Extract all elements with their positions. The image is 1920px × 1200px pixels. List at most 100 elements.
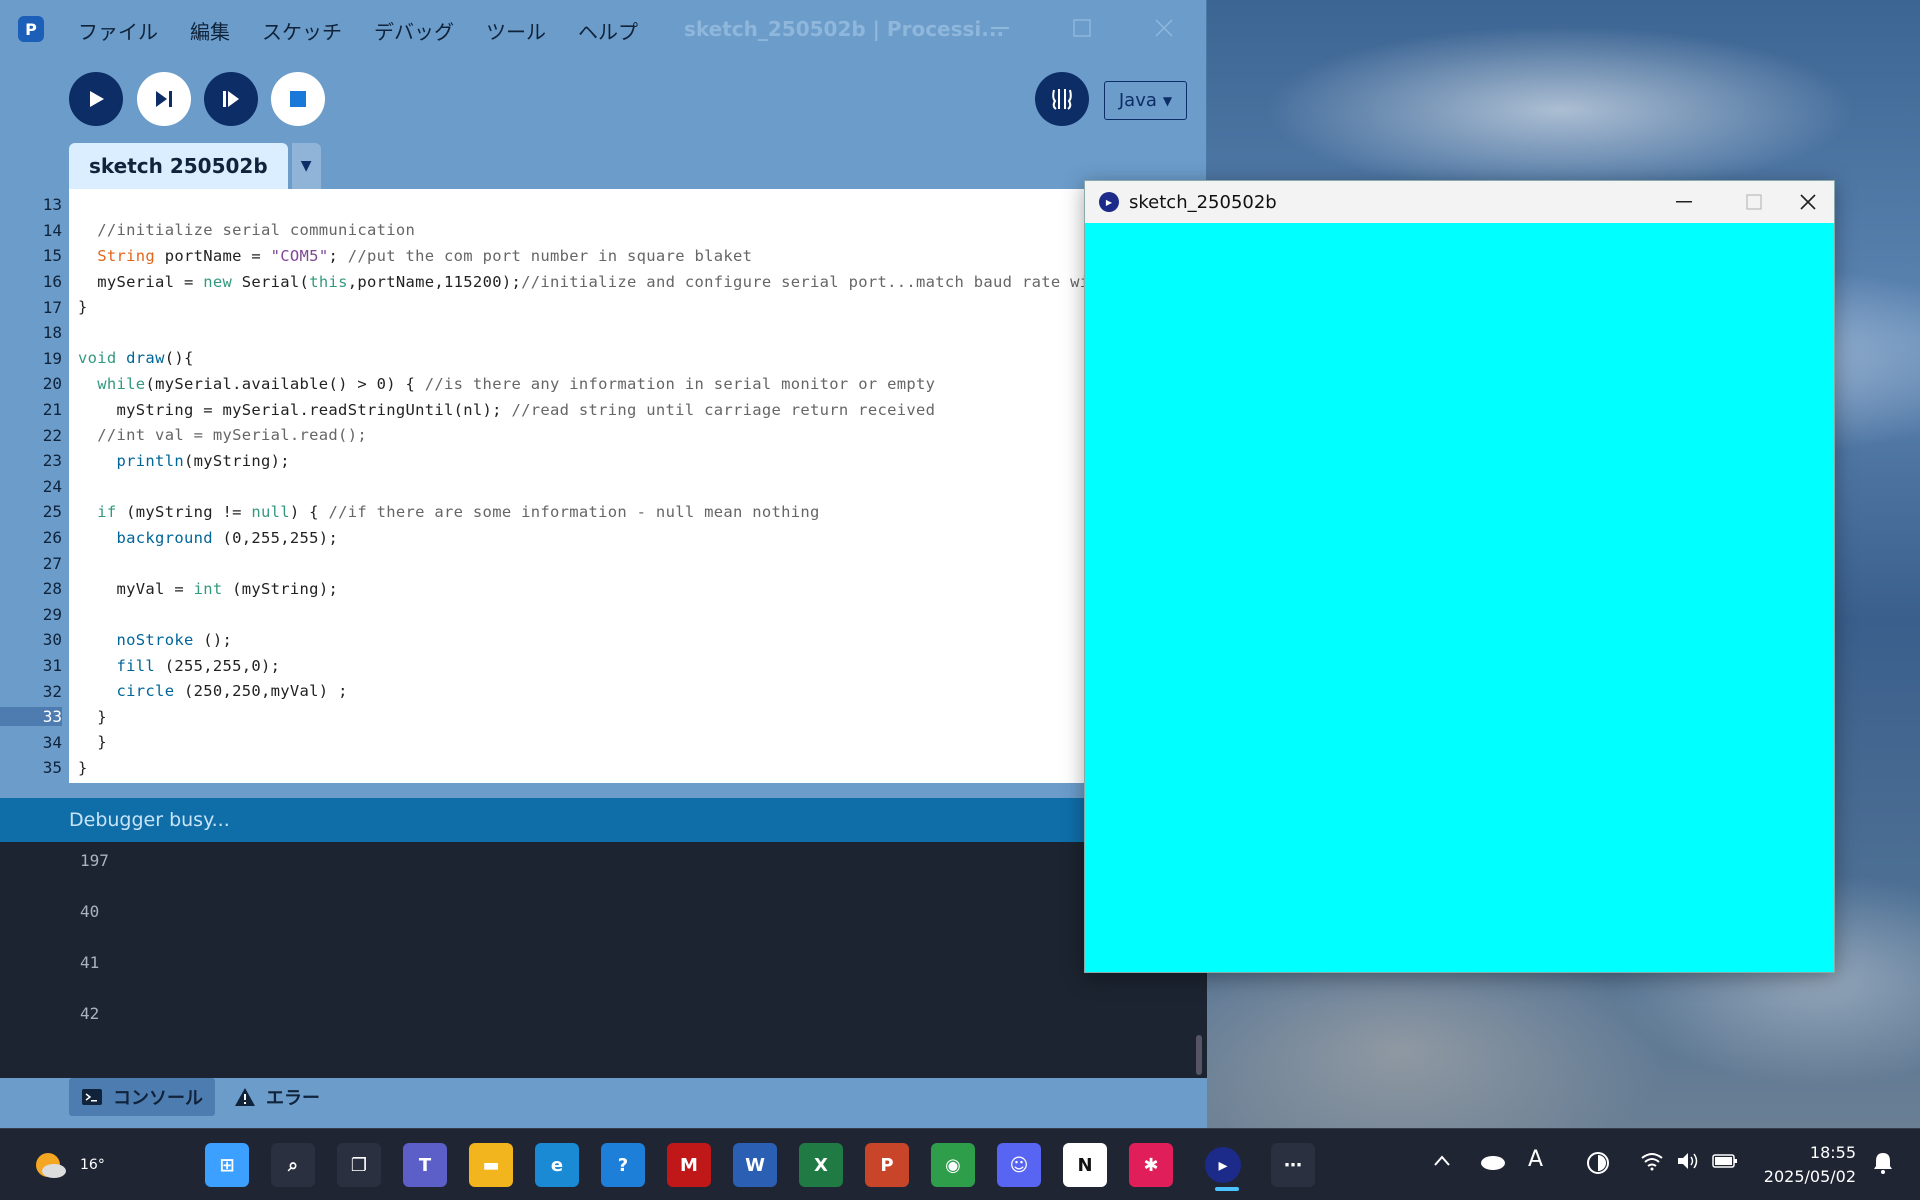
- code-line[interactable]: 14 //initialize serial communication: [0, 218, 1207, 244]
- code-line[interactable]: 20 while(mySerial.available() > 0) { //i…: [0, 371, 1207, 397]
- sketch-maximize-button[interactable]: [1731, 186, 1777, 218]
- line-number[interactable]: 35: [0, 758, 62, 777]
- line-number[interactable]: 15: [0, 246, 62, 265]
- line-number[interactable]: 21: [0, 400, 62, 419]
- slack-icon[interactable]: ✱: [1129, 1143, 1173, 1187]
- code-line[interactable]: 24: [0, 474, 1207, 500]
- code-editor[interactable]: 13 14 //initialize serial communication 15…: [0, 189, 1207, 783]
- line-number[interactable]: 27: [0, 554, 62, 573]
- line-number[interactable]: 34: [0, 733, 62, 752]
- code-line[interactable]: 26 background (0,255,255);: [0, 525, 1207, 551]
- line-number[interactable]: 23: [0, 451, 62, 470]
- code-line[interactable]: 34 }: [0, 730, 1207, 756]
- console-scrollbar[interactable]: [1196, 1035, 1202, 1075]
- sketch-output-window[interactable]: ▶ sketch_250502b: [1084, 180, 1835, 973]
- discord-icon[interactable]: ☺: [997, 1143, 1041, 1187]
- clock-time[interactable]: 18:55: [1810, 1143, 1856, 1162]
- sketch-close-button[interactable]: [1785, 186, 1831, 218]
- code-line[interactable]: 21 myString = mySerial.readStringUntil(n…: [0, 397, 1207, 423]
- menu-help[interactable]: ヘルプ: [562, 14, 654, 47]
- line-number[interactable]: 26: [0, 528, 62, 547]
- code-line[interactable]: 18: [0, 320, 1207, 346]
- sketch-canvas[interactable]: [1085, 223, 1834, 972]
- menu-tools[interactable]: ツール: [470, 14, 562, 47]
- volume-icon[interactable]: [1676, 1151, 1700, 1177]
- battery-icon[interactable]: [1712, 1151, 1738, 1177]
- debugger-toggle-button[interactable]: [1035, 72, 1089, 126]
- notion-icon[interactable]: N: [1063, 1143, 1107, 1187]
- line-number[interactable]: 17: [0, 298, 62, 317]
- menu-sketch[interactable]: スケッチ: [246, 14, 358, 47]
- line-number[interactable]: 18: [0, 323, 62, 342]
- help-icon[interactable]: ?: [601, 1143, 645, 1187]
- line-number[interactable]: 31: [0, 656, 62, 675]
- wifi-icon[interactable]: [1640, 1151, 1664, 1177]
- teams-icon[interactable]: T: [403, 1143, 447, 1187]
- powerpoint-icon[interactable]: P: [865, 1143, 909, 1187]
- menu-debug[interactable]: デバッグ: [358, 14, 470, 47]
- sketch-minimize-button[interactable]: [1661, 186, 1707, 218]
- ime-icon[interactable]: A: [1528, 1147, 1543, 1172]
- code-line[interactable]: 30 noStroke ();: [0, 627, 1207, 653]
- line-number[interactable]: 24: [0, 477, 62, 496]
- line-number[interactable]: 32: [0, 682, 62, 701]
- code-line[interactable]: 23 println(myString);: [0, 448, 1207, 474]
- step-button[interactable]: [137, 72, 191, 126]
- notification-bell-icon[interactable]: [1872, 1151, 1894, 1181]
- menu-edit[interactable]: 編集: [174, 14, 246, 47]
- code-line[interactable]: 16 mySerial = new Serial(this,portName,1…: [0, 269, 1207, 295]
- code-line[interactable]: 17}: [0, 294, 1207, 320]
- more-icon[interactable]: ⋯: [1271, 1143, 1315, 1187]
- mcafee-icon[interactable]: M: [667, 1143, 711, 1187]
- code-line[interactable]: 22 //int val = mySerial.read();: [0, 422, 1207, 448]
- weather-widget[interactable]: 16°: [30, 1143, 105, 1187]
- continue-button[interactable]: [204, 72, 258, 126]
- code-line[interactable]: 27: [0, 550, 1207, 576]
- tray-chevron-up-icon[interactable]: [1432, 1151, 1452, 1177]
- maximize-button[interactable]: [1062, 12, 1102, 44]
- code-line[interactable]: 28 myVal = int (myString);: [0, 576, 1207, 602]
- code-line[interactable]: 13: [0, 192, 1207, 218]
- close-button[interactable]: [1144, 12, 1184, 44]
- code-line[interactable]: 15 String portName = "COM5"; //put the c…: [0, 243, 1207, 269]
- line-number[interactable]: 19: [0, 349, 62, 368]
- task-view-icon[interactable]: ❐: [337, 1143, 381, 1187]
- line-number[interactable]: 28: [0, 579, 62, 598]
- onedrive-icon[interactable]: [1480, 1151, 1506, 1177]
- line-number[interactable]: 30: [0, 630, 62, 649]
- line-number[interactable]: 14: [0, 221, 62, 240]
- clock-date[interactable]: 2025/05/02: [1764, 1167, 1856, 1186]
- tab-menu-button[interactable]: ▼: [291, 143, 321, 189]
- line-number[interactable]: 13: [0, 195, 62, 214]
- excel-icon[interactable]: X: [799, 1143, 843, 1187]
- code-line[interactable]: 29: [0, 602, 1207, 628]
- code-line[interactable]: 31 fill (255,255,0);: [0, 653, 1207, 679]
- line-number[interactable]: 16: [0, 272, 62, 291]
- tab-errors[interactable]: エラー: [222, 1078, 332, 1116]
- menu-file[interactable]: ファイル: [62, 14, 174, 47]
- line-number[interactable]: 29: [0, 605, 62, 624]
- edge-icon[interactable]: e: [535, 1143, 579, 1187]
- file-explorer-icon[interactable]: ▬: [469, 1143, 513, 1187]
- processing-icon[interactable]: ▸: [1205, 1147, 1241, 1183]
- mode-selector[interactable]: Java ▼: [1104, 81, 1187, 120]
- line-number[interactable]: 20: [0, 374, 62, 393]
- focus-icon[interactable]: [1586, 1151, 1610, 1181]
- code-line[interactable]: 19 void draw(){: [0, 346, 1207, 372]
- line-number[interactable]: 25: [0, 502, 62, 521]
- code-line[interactable]: 32 circle (250,250,myVal) ;: [0, 678, 1207, 704]
- search-icon[interactable]: ⌕: [271, 1143, 315, 1187]
- word-icon[interactable]: W: [733, 1143, 777, 1187]
- stop-button[interactable]: [271, 72, 325, 126]
- tab-console[interactable]: コンソール: [69, 1078, 215, 1116]
- tab-sketch[interactable]: sketch 250502b: [69, 143, 288, 189]
- line-number[interactable]: 33: [0, 707, 62, 727]
- start-icon[interactable]: ⊞: [205, 1143, 249, 1187]
- minimize-button[interactable]: [980, 12, 1020, 44]
- line-number[interactable]: 22: [0, 426, 62, 445]
- run-button[interactable]: [69, 72, 123, 126]
- code-line[interactable]: 33 }: [0, 704, 1207, 730]
- console-output[interactable]: 197 40 41 42: [0, 842, 1207, 1078]
- code-line[interactable]: 35}: [0, 755, 1207, 781]
- code-line[interactable]: 25 if (myString != null) { //if there ar…: [0, 499, 1207, 525]
